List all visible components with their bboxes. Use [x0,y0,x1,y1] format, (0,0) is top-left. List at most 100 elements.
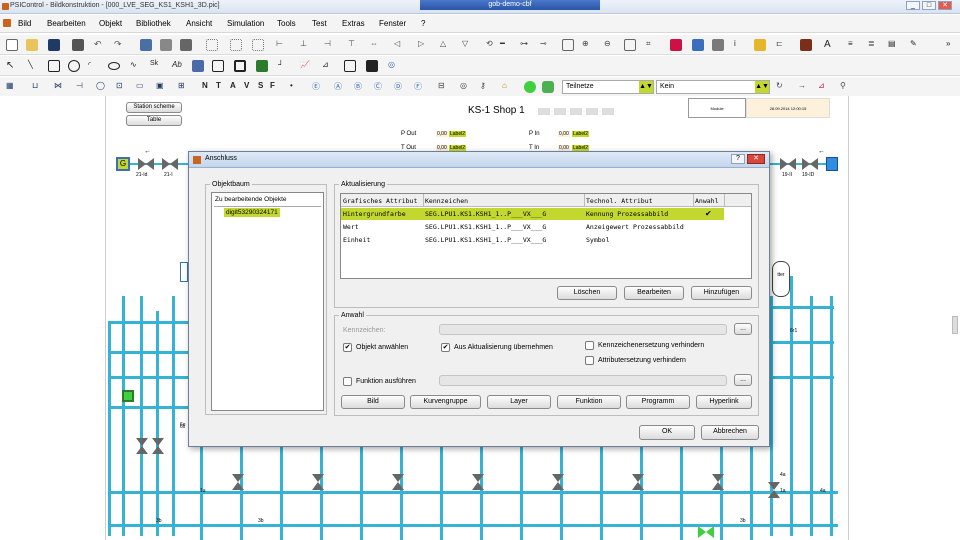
valve-open-icon[interactable] [698,526,714,538]
image-icon[interactable] [192,60,204,72]
minimize-button[interactable]: _ [906,1,920,10]
gas-node-g[interactable]: G [116,157,130,171]
valve-icon[interactable] [152,438,164,454]
frame-icon[interactable] [212,60,224,72]
redo-icon[interactable]: ↷ [114,39,126,51]
copy-icon[interactable] [140,39,152,51]
link-icon[interactable]: ⊸ [540,39,552,51]
move-left-icon[interactable]: ◁ [394,39,406,51]
blue-node[interactable] [826,157,838,171]
schematic-icon[interactable]: ▦ [6,81,18,93]
compressor-icon[interactable]: ⊡ [116,81,128,93]
rect-icon[interactable] [48,60,60,72]
move-down-icon[interactable]: ▽ [462,39,474,51]
menu-help[interactable]: ? [421,19,425,28]
menu-simulation[interactable]: Simulation [227,19,264,28]
menu-test[interactable]: Test [312,19,327,28]
arrow-right-icon[interactable]: → [798,81,810,93]
text-button-n[interactable]: N [202,81,214,93]
pipe-icon[interactable]: ⊔ [32,81,44,93]
zoom-out-icon[interactable]: ⊖ [604,39,616,51]
arc-icon[interactable]: ◜ [88,60,100,72]
text-button-v[interactable]: V [244,81,256,93]
more-icon[interactable]: » [946,39,958,51]
save-icon[interactable] [48,39,60,51]
hyperlink-button[interactable]: Hyperlink [696,395,752,409]
circle-icon[interactable] [68,60,80,72]
text-tool-icon[interactable]: Ab [172,60,184,72]
valve-icon[interactable] [768,482,780,498]
attributersetzung-checkbox[interactable] [585,356,594,365]
kein-combo[interactable]: Kein ▲▼ [656,80,770,94]
text-button-a[interactable]: A [230,81,242,93]
funktion-button[interactable]: Funktion [557,395,621,409]
flange-icon[interactable]: ⊣ [76,81,88,93]
kennzeichenersetzung-checkbox[interactable] [585,341,594,350]
brush-icon[interactable]: ✎ [910,39,922,51]
fill-icon[interactable]: ▤ [888,39,900,51]
menu-fenster[interactable]: Fenster [379,19,406,28]
home-icon[interactable]: ⌂ [502,81,514,93]
pump-icon[interactable]: ◯ [96,81,108,93]
symbol-text-icon[interactable]: Sk [150,60,162,72]
table-row[interactable]: Hintergrundfarbe SEG.LPU1.KS1.KSH1_1..P_… [341,208,724,220]
combo2-arrow-icon[interactable]: ▲▼ [755,81,769,93]
paste-icon[interactable] [180,39,192,51]
teilnetze-combo[interactable]: Teilnetze ▲▼ [562,80,654,94]
line-style-icon[interactable]: ≣ [868,39,880,51]
valve-icon[interactable] [780,158,796,170]
chart2-icon[interactable]: ⊿ [322,60,334,72]
green-box-icon[interactable] [256,60,268,72]
kurvengruppe-button[interactable]: Kurvengruppe [410,395,481,409]
layer-icon[interactable] [670,39,682,51]
valve-icon[interactable] [552,474,564,490]
line-width-icon[interactable]: ≡ [848,39,860,51]
align-right-icon[interactable]: ⊣ [324,39,336,51]
line-icon[interactable]: ╲ [28,60,40,72]
print-icon[interactable] [72,39,84,51]
key-icon[interactable]: ⚷ [480,81,492,93]
valve-icon[interactable] [136,438,148,454]
connect2-icon[interactable]: ⊏ [776,39,788,51]
loeschen-button[interactable]: Löschen [557,286,617,300]
status-hex-icon[interactable] [542,81,554,93]
rotate-icon[interactable]: ⟲ [486,39,498,51]
dialog-help-button[interactable]: ? [731,154,745,164]
table-button[interactable]: Table [126,115,182,126]
info-icon[interactable]: i [734,39,746,51]
meter-icon[interactable]: ▭ [136,81,148,93]
move-right-icon[interactable]: ▷ [418,39,430,51]
menu-extras[interactable]: Extras [342,19,365,28]
valve-icon[interactable]: ⋈ [54,81,66,93]
polyline-icon[interactable]: ∿ [130,60,142,72]
valve-icon[interactable] [162,158,178,170]
col-kennzeichen[interactable]: Kennzeichen [425,197,468,205]
funktion-field[interactable] [439,375,727,386]
valve-icon[interactable] [802,158,818,170]
b-circle-icon[interactable]: Ⓑ [354,81,366,93]
corner-icon[interactable]: ┘ [278,60,290,72]
dot-icon[interactable]: • [290,81,302,93]
col-grafisches-attribut[interactable]: Grafisches Attribut [343,197,417,205]
table-row[interactable]: Wert SEG.LPU1.KS1.KSH1_1..P___VX___G Anz… [341,221,724,233]
programm-button[interactable]: Programm [626,395,690,409]
valve-icon[interactable] [632,474,644,490]
text-button-s[interactable]: S [258,81,270,93]
station-box[interactable] [180,262,188,282]
hinzufuegen-button[interactable]: Hinzufügen [691,286,752,300]
valve-icon[interactable] [392,474,404,490]
object-icon[interactable] [800,39,812,51]
refresh-icon[interactable]: ↻ [776,81,788,93]
zoom-fit-icon[interactable] [562,39,574,51]
properties-icon[interactable] [712,39,724,51]
zoom-in-icon[interactable]: ⊕ [582,39,594,51]
station-scheme-button[interactable]: Station scheme [126,102,182,113]
connect-icon[interactable]: ━ [500,39,512,51]
distribute-icon[interactable]: ⇔ [370,39,382,51]
valve-icon[interactable] [138,158,154,170]
table-row[interactable]: Einheit SEG.LPU1.KS1.KSH1_1..P___VX___G … [341,234,724,246]
menu-ansicht[interactable]: Ansicht [186,19,212,28]
bar-icon[interactable] [366,60,378,72]
select-icon[interactable]: ↖ [6,60,18,72]
col-technol-attribut[interactable]: Technol. Attribut [586,197,653,205]
